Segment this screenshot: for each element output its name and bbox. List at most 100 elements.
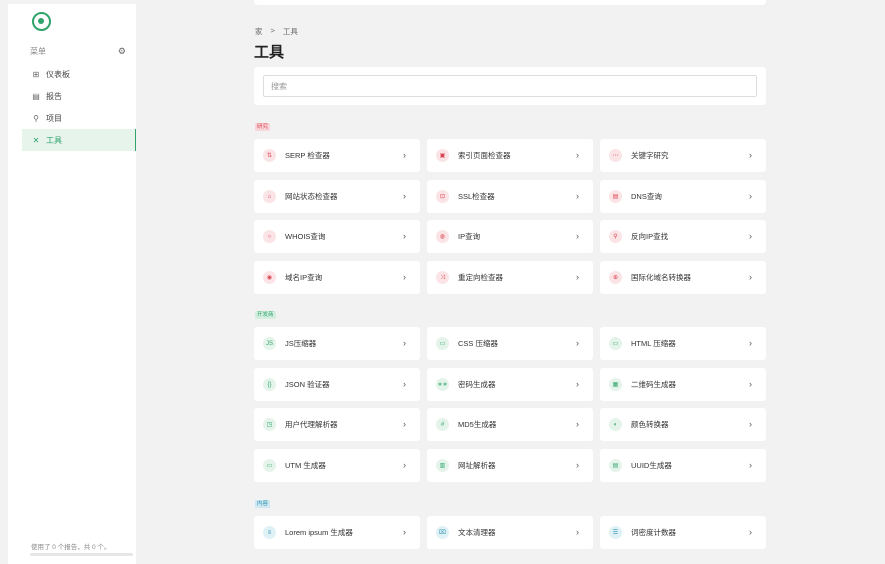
- sidebar-item-3[interactable]: ✕ 工具: [22, 129, 136, 151]
- breadcrumb-home[interactable]: 家: [255, 26, 263, 37]
- chevron-right-icon: ›: [403, 338, 406, 348]
- chevron-right-icon: ›: [576, 272, 579, 282]
- uuid-icon: ▤: [609, 459, 622, 472]
- tool-card[interactable]: ▭ HTML 压缩器 ›: [600, 327, 766, 360]
- project-icon: ⚲: [33, 113, 39, 123]
- section-tag: 研究: [255, 123, 271, 131]
- breadcrumb: 家 > 工具: [255, 26, 298, 37]
- globe-icon: ⊕: [609, 271, 622, 284]
- search-input[interactable]: [263, 75, 757, 97]
- tool-card-label: WHOIS查询: [285, 232, 326, 241]
- tool-card[interactable]: ⊕ 国际化域名转换器 ›: [600, 261, 766, 294]
- tool-card[interactable]: ⌂ 网站状态检查器 ›: [254, 180, 420, 213]
- chevron-right-icon: ›: [403, 527, 406, 537]
- utm-icon: ▭: [263, 459, 276, 472]
- chevron-right-icon: ›: [749, 379, 752, 389]
- tool-card[interactable]: ▭ CSS 压缩器 ›: [427, 327, 593, 360]
- tool-card[interactable]: JS JS压缩器 ›: [254, 327, 420, 360]
- chevron-right-icon: ›: [749, 419, 752, 429]
- tool-card[interactable]: ☰ 词密度计数器 ›: [600, 516, 766, 549]
- tool-card[interactable]: ▥ 网址解析器 ›: [427, 449, 593, 482]
- tool-card-label: Lorem ipsum 生成器: [285, 528, 353, 537]
- tool-card-label: 文本清理器: [458, 528, 496, 537]
- tool-card[interactable]: ⤨ 重定向检查器 ›: [427, 261, 593, 294]
- tool-card[interactable]: ≡ Lorem ipsum 生成器 ›: [254, 516, 420, 549]
- tool-card[interactable]: ▤ DNS查询 ›: [600, 180, 766, 213]
- tool-card-label: 网址解析器: [458, 461, 496, 470]
- tool-card[interactable]: ▣ 索引页面检查器 ›: [427, 139, 593, 172]
- sidebar-item-1[interactable]: ▤ 报告: [22, 85, 136, 107]
- section-tag: 开发商: [255, 311, 276, 319]
- url-parser-icon: ▥: [436, 459, 449, 472]
- serp-icon: ⇅: [263, 149, 276, 162]
- app-logo[interactable]: [32, 12, 51, 31]
- tool-card-label: 密码生成器: [458, 380, 496, 389]
- tool-card[interactable]: ○ WHOIS查询 ›: [254, 220, 420, 253]
- tool-card-label: SSL检查器: [458, 192, 495, 201]
- tool-card[interactable]: ⌧ 文本清理器 ›: [427, 516, 593, 549]
- tool-card[interactable]: ⊡ SSL检查器 ›: [427, 180, 593, 213]
- dashboard-icon: ⊞: [32, 69, 40, 79]
- tool-card[interactable]: ⋯ 关键字研究 ›: [600, 139, 766, 172]
- tool-card-label: IP查询: [458, 232, 481, 241]
- chevron-right-icon: ›: [403, 191, 406, 201]
- tool-card[interactable]: ▭ UTM 生成器 ›: [254, 449, 420, 482]
- tool-card-label: JS压缩器: [285, 339, 317, 348]
- tool-card[interactable]: ▤ UUID生成器 ›: [600, 449, 766, 482]
- tool-card[interactable]: ⇅ SERP 检查器 ›: [254, 139, 420, 172]
- search-card: [254, 67, 766, 105]
- tool-card-label: CSS 压缩器: [458, 339, 499, 348]
- tool-card[interactable]: ▦ 二维码生成器 ›: [600, 368, 766, 401]
- tool-card-label: 反向IP查找: [631, 232, 669, 241]
- tool-card-label: 用户代理解析器: [285, 420, 338, 429]
- menu-header: 菜单 ⚙: [30, 44, 126, 58]
- tool-card-label: 重定向检查器: [458, 273, 503, 282]
- sidebar-item-label: 项目: [46, 113, 62, 123]
- sidebar-nav: ⊞ 仪表板 ▤ 报告 ⚲ 项目 ✕ 工具: [22, 63, 136, 151]
- tool-card[interactable]: ◳ 用户代理解析器 ›: [254, 408, 420, 441]
- chevron-right-icon: ›: [749, 191, 752, 201]
- tool-card[interactable]: # MD5生成器 ›: [427, 408, 593, 441]
- tool-card[interactable]: ⚲ 反向IP查找 ›: [600, 220, 766, 253]
- text-cleaner-icon: ⌧: [436, 526, 449, 539]
- tool-card-label: 国际化域名转换器: [631, 273, 691, 282]
- palette-icon[interactable]: ⚙: [118, 46, 126, 56]
- sidebar-item-0[interactable]: ⊞ 仪表板: [22, 63, 136, 85]
- tool-card-label: 域名IP查询: [285, 273, 323, 282]
- top-bar: [254, 0, 766, 5]
- tool-card-label: 词密度计数器: [631, 528, 676, 537]
- sidebar-item-label: 报告: [46, 91, 62, 101]
- chevron-right-icon: ›: [576, 379, 579, 389]
- index-page-icon: ▣: [436, 149, 449, 162]
- sidebar-item-2[interactable]: ⚲ 项目: [22, 107, 136, 129]
- tool-card[interactable]: ∗∗ 密码生成器 ›: [427, 368, 593, 401]
- whois-icon: ○: [263, 230, 276, 243]
- sidebar-item-label: 仪表板: [46, 69, 70, 79]
- chevron-right-icon: ›: [403, 379, 406, 389]
- tool-card-label: UTM 生成器: [285, 461, 326, 470]
- keyword-icon: ⋯: [609, 149, 622, 162]
- hash-icon: #: [436, 418, 449, 431]
- chevron-right-icon: ›: [749, 460, 752, 470]
- chevron-right-icon: ›: [576, 338, 579, 348]
- chevron-right-icon: ›: [749, 272, 752, 282]
- ip-icon: ◍: [436, 230, 449, 243]
- tool-card[interactable]: ◉ 域名IP查询 ›: [254, 261, 420, 294]
- tool-card-label: UUID生成器: [631, 461, 672, 470]
- lock-icon: ⊡: [436, 190, 449, 203]
- tool-card-label: JSON 验证器: [285, 380, 330, 389]
- tool-card[interactable]: ◍ IP查询 ›: [427, 220, 593, 253]
- chevron-right-icon: ›: [576, 150, 579, 160]
- sidebar-top-edge: [8, 0, 136, 4]
- tool-card-label: HTML 压缩器: [631, 339, 676, 348]
- report-icon: ▤: [32, 91, 40, 101]
- menu-title: 菜单: [30, 46, 46, 56]
- tool-card[interactable]: ◐ 颜色转换器 ›: [600, 408, 766, 441]
- tool-card-label: 关键字研究: [631, 151, 669, 160]
- tool-card-label: 索引页面检查器: [458, 151, 511, 160]
- user-agent-icon: ◳: [263, 418, 276, 431]
- tool-card-label: MD5生成器: [458, 420, 497, 429]
- chevron-right-icon: ›: [576, 231, 579, 241]
- sidebar: 菜单 ⚙ ⊞ 仪表板 ▤ 报告 ⚲ 项目 ✕ 工具 使用了 0 个报告，共 0 个。: [8, 0, 136, 564]
- tool-card[interactable]: {} JSON 验证器 ›: [254, 368, 420, 401]
